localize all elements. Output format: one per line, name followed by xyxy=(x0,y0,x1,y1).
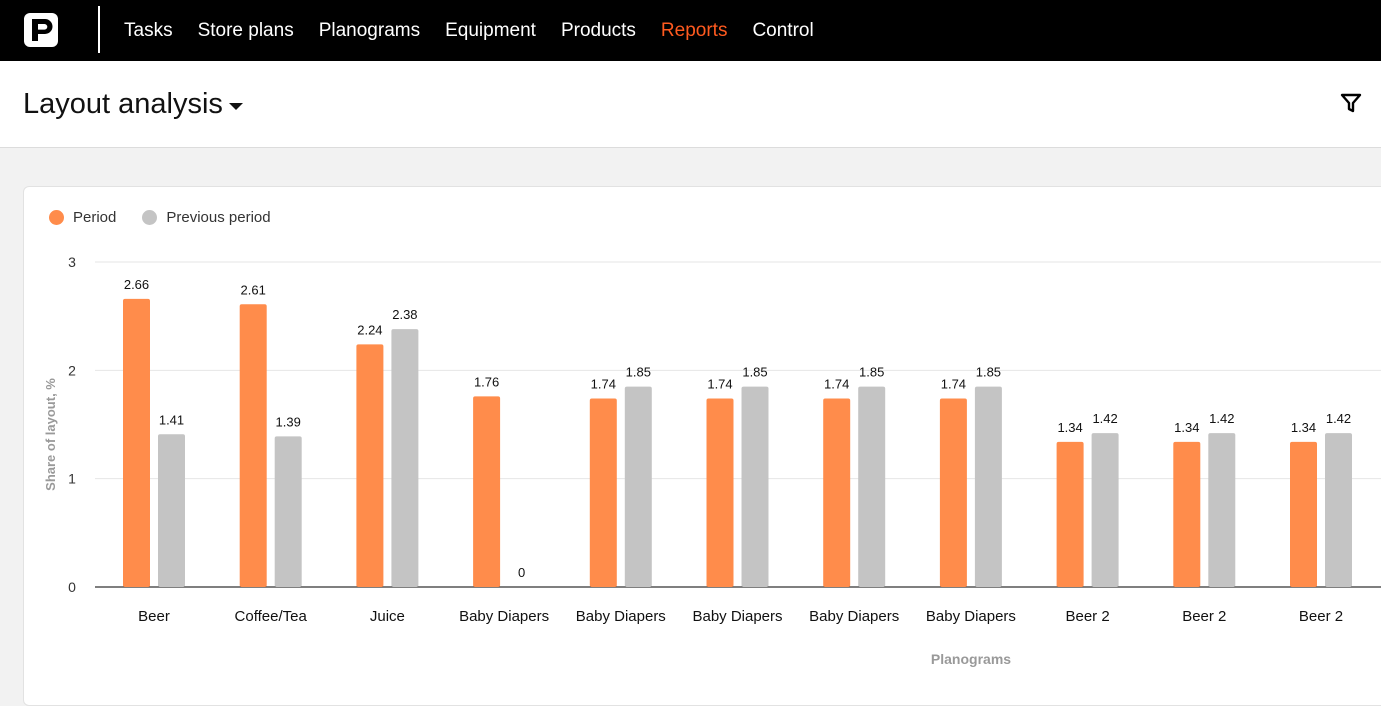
y-tick-label: 3 xyxy=(68,254,76,270)
x-tick-label: Baby Diapers xyxy=(459,608,549,625)
bar-previous-period xyxy=(1325,433,1352,587)
data-label: 1.42 xyxy=(1326,411,1351,426)
y-tick-label: 2 xyxy=(68,362,76,378)
x-tick-label: Juice xyxy=(370,608,405,625)
bar-previous-period xyxy=(741,386,769,587)
data-label: 1.85 xyxy=(859,365,884,380)
x-tick-label: Beer 2 xyxy=(1065,608,1109,625)
data-label: 2.24 xyxy=(357,322,382,337)
data-label: 1.42 xyxy=(1209,411,1234,426)
bar-previous-period xyxy=(158,434,185,587)
y-tick-label: 1 xyxy=(68,471,76,487)
bar-period xyxy=(123,298,150,587)
bar-period xyxy=(356,344,384,587)
data-label: 1.74 xyxy=(824,377,849,392)
data-label: 2.38 xyxy=(392,307,417,322)
data-label: 1.39 xyxy=(276,414,301,429)
bar-previous-period xyxy=(391,329,419,587)
data-label: 1.42 xyxy=(1092,411,1117,426)
bar-previous-period xyxy=(624,386,652,587)
bar-chart: 0 1 2 3 Share of layout, % Planograms Beer 2.66… xyxy=(43,254,1381,667)
data-label: 1.34 xyxy=(1291,420,1316,435)
bar-period xyxy=(589,398,617,587)
bar-period xyxy=(1173,441,1201,587)
bar-period xyxy=(1290,441,1317,587)
bar-period xyxy=(823,398,851,587)
data-label: 1.34 xyxy=(1057,420,1082,435)
bar-period xyxy=(706,398,734,587)
x-tick-label: Beer xyxy=(138,608,170,625)
bar-period xyxy=(473,396,501,587)
bar-period xyxy=(939,398,967,587)
data-label: 1.85 xyxy=(626,365,651,380)
data-label: 1.74 xyxy=(941,377,966,392)
x-tick-label: Beer 2 xyxy=(1182,608,1226,625)
data-label: 1.85 xyxy=(742,365,767,380)
bar-period xyxy=(1056,441,1084,587)
bar-period xyxy=(239,304,267,587)
data-label: 1.76 xyxy=(474,374,499,389)
data-label: 1.74 xyxy=(707,377,732,392)
bar-previous-period xyxy=(858,386,886,587)
data-label: 1.41 xyxy=(159,412,184,427)
x-tick-label: Baby Diapers xyxy=(576,608,666,625)
data-label: 1.74 xyxy=(591,377,616,392)
x-tick-label: Baby Diapers xyxy=(926,608,1016,625)
bar-previous-period xyxy=(1091,433,1119,587)
x-axis-label: Planograms xyxy=(931,651,1011,667)
bar-previous-period xyxy=(274,436,302,587)
data-label: 0 xyxy=(518,565,525,580)
data-label: 1.85 xyxy=(976,365,1001,380)
bar-previous-period xyxy=(974,386,1002,587)
x-tick-label: Baby Diapers xyxy=(692,608,782,625)
x-tick-label: Beer 2 xyxy=(1299,608,1343,625)
data-label: 1.34 xyxy=(1174,420,1199,435)
y-tick-label: 0 xyxy=(68,579,76,595)
x-tick-label: Baby Diapers xyxy=(809,608,899,625)
data-label: 2.61 xyxy=(241,282,266,297)
y-axis-label: Share of layout, % xyxy=(43,378,58,491)
x-tick-label: Coffee/Tea xyxy=(235,608,308,625)
data-label: 2.66 xyxy=(124,277,149,292)
bar-previous-period xyxy=(1208,433,1236,587)
